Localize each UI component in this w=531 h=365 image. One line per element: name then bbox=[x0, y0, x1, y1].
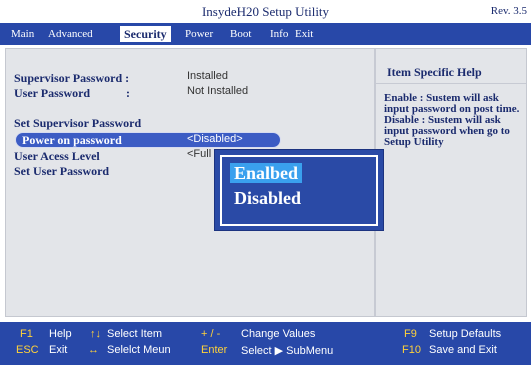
user-access-level-value[interactable]: <Full bbox=[187, 148, 211, 160]
key-esc-desc: Exit bbox=[49, 344, 68, 356]
power-on-password-popup: Enalbed Disabled bbox=[214, 149, 384, 231]
key-enter-desc: Select ▶ SubMenu bbox=[241, 345, 334, 357]
menu-main[interactable]: Main bbox=[7, 26, 38, 42]
help-divider bbox=[376, 83, 526, 84]
key-plusminus: + / - bbox=[201, 328, 221, 340]
key-esc: ESC bbox=[16, 344, 39, 356]
power-on-password-value[interactable]: <Disabled> bbox=[187, 133, 243, 145]
menu-advanced[interactable]: Advanced bbox=[44, 26, 97, 42]
help-text: Enable : Sustem will ask input password … bbox=[384, 92, 520, 148]
menu-boot[interactable]: Boot bbox=[226, 26, 255, 42]
key-enter: Enter bbox=[201, 344, 228, 356]
key-legend-footer: F1 Help ↑↓ Select Item + / - Change Valu… bbox=[0, 322, 531, 365]
help-title: Item Specific Help bbox=[387, 65, 482, 79]
supervisor-password-label: Supervisor Password : bbox=[14, 71, 130, 85]
user-access-level-item[interactable]: User Acess Level bbox=[14, 149, 100, 164]
user-password-separator: : bbox=[126, 86, 130, 100]
user-password-value: Not Installed bbox=[187, 85, 249, 97]
key-plusminus-desc: Change Values bbox=[241, 328, 316, 340]
menu-exit[interactable]: Exit bbox=[291, 26, 317, 42]
popup-option-disabled[interactable]: Disabled bbox=[230, 188, 305, 208]
revision-label: Rev. 3.5 bbox=[490, 5, 527, 17]
set-user-password-item[interactable]: Set User Password bbox=[14, 164, 109, 179]
key-f10-desc: Save and Exit bbox=[429, 344, 497, 356]
key-f9-desc: Setup Defaults bbox=[429, 328, 502, 340]
popup-frame: Enalbed Disabled bbox=[220, 155, 378, 226]
set-supervisor-password-item[interactable]: Set Supervisor Password bbox=[14, 116, 141, 131]
menu-security[interactable]: Security bbox=[120, 26, 171, 42]
menu-bar: Main Advanced Security Power Boot Info E… bbox=[0, 23, 531, 45]
key-f1-desc: Help bbox=[49, 328, 72, 340]
key-f10: F10 bbox=[402, 344, 421, 356]
key-leftright-desc: Selelct Meun bbox=[107, 344, 171, 356]
supervisor-password-value: Installed bbox=[187, 70, 228, 82]
menu-power[interactable]: Power bbox=[181, 26, 217, 42]
window-title: InsydeH20 Setup Utility bbox=[201, 4, 330, 19]
menu-info[interactable]: Info bbox=[266, 26, 292, 42]
key-f1: F1 bbox=[20, 328, 33, 340]
key-leftright: ↔ bbox=[88, 344, 99, 356]
key-updown-desc: Select Item bbox=[107, 328, 163, 340]
user-password-label: User Password bbox=[14, 86, 91, 100]
title-bar: InsydeH20 Setup Utility Rev. 3.5 bbox=[0, 0, 531, 23]
key-updown: ↑↓ bbox=[90, 328, 101, 340]
popup-option-enabled[interactable]: Enalbed bbox=[230, 163, 303, 183]
key-f9: F9 bbox=[404, 328, 417, 340]
power-on-password-label[interactable]: Power on password bbox=[22, 133, 122, 148]
